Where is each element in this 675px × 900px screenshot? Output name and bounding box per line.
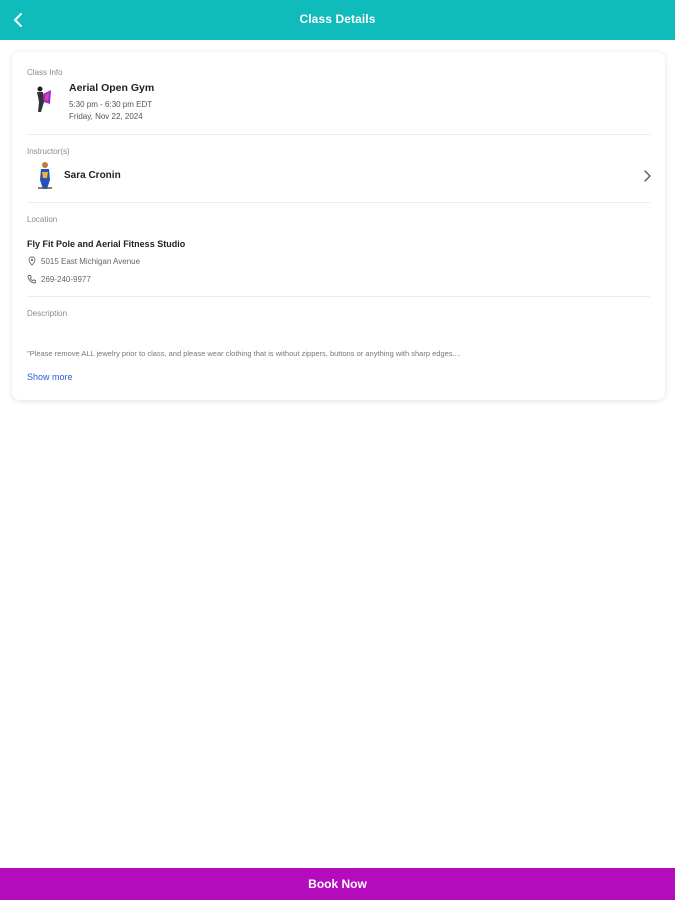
phone-line[interactable]: 269-240-9977 [27, 274, 91, 284]
class-info-label: Class Info [27, 68, 63, 77]
instructor-row[interactable]: Sara Cronin [24, 156, 653, 196]
address-text: 5015 East Michigan Avenue [41, 256, 141, 266]
description-text: "Please remove ALL jewelry prior to clas… [27, 349, 461, 358]
class-date: Friday, Nov 22, 2024 [69, 112, 143, 121]
phone-icon [27, 275, 36, 284]
chevron-right-icon [644, 170, 651, 182]
divider [27, 202, 650, 203]
book-now-button[interactable]: Book Now [0, 868, 675, 900]
class-details-card: Class Info Aerial Open Gym 5:30 pm - 6:3… [12, 52, 665, 400]
instructor-name: Sara Cronin [64, 170, 121, 181]
divider [27, 134, 650, 135]
instructor-avatar [34, 160, 56, 190]
class-title: Aerial Open Gym [69, 82, 155, 94]
studio-name: Fly Fit Pole and Aerial Fitness Studio [27, 239, 186, 249]
divider [27, 296, 650, 297]
location-label: Location [27, 215, 58, 224]
map-pin-icon [28, 256, 36, 266]
phone-text: 269-240-9977 [41, 274, 91, 284]
description-label: Description [27, 309, 68, 318]
class-time: 5:30 pm - 6:30 pm EDT [69, 100, 153, 109]
class-image [32, 84, 54, 114]
show-more-link[interactable]: Show more [27, 372, 73, 382]
header-bar: Class Details [0, 0, 675, 40]
page-title: Class Details [299, 12, 376, 26]
instructors-label: Instructor(s) [27, 147, 70, 156]
address-line[interactable]: 5015 East Michigan Avenue [27, 256, 140, 266]
